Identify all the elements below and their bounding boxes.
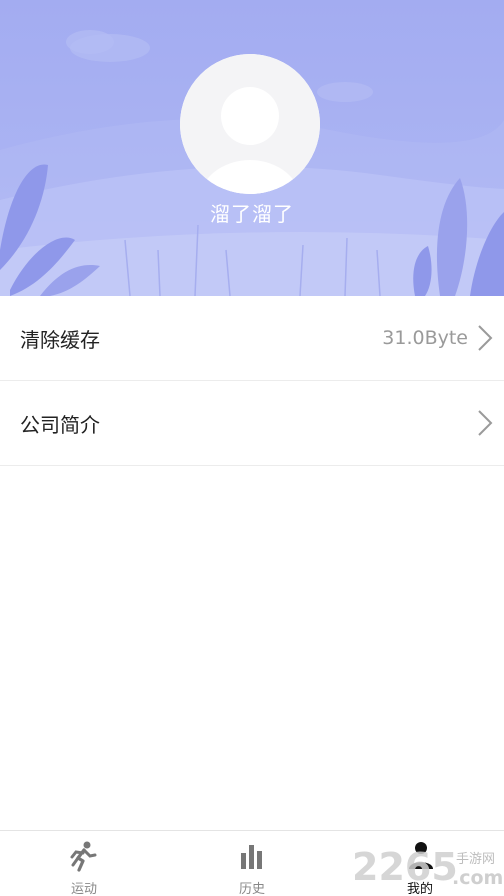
svg-text:手游网: 手游网 bbox=[456, 852, 495, 867]
profile-header: 溜了溜了 bbox=[0, 0, 504, 296]
settings-menu: 清除缓存 31.0Byte 公司简介 bbox=[0, 296, 504, 466]
company-intro-label: 公司简介 bbox=[20, 412, 100, 437]
bar-chart-icon bbox=[241, 845, 262, 869]
cache-size-value: 31.0Byte bbox=[382, 327, 468, 349]
clear-cache-label: 清除缓存 bbox=[20, 327, 100, 352]
site-watermark-logo: 2265 手游网 .com bbox=[352, 845, 503, 889]
svg-text:2265: 2265 bbox=[352, 845, 458, 889]
avatar[interactable] bbox=[180, 54, 320, 194]
clear-cache-row[interactable]: 清除缓存 31.0Byte bbox=[0, 296, 504, 381]
tab-sport[interactable]: 运动 bbox=[0, 831, 168, 896]
default-avatar-icon bbox=[180, 54, 320, 194]
tab-sport-label: 运动 bbox=[70, 882, 97, 896]
tab-history-label: 历史 bbox=[238, 882, 265, 896]
chevron-right-icon bbox=[478, 410, 493, 436]
tab-history[interactable]: 历史 bbox=[168, 831, 336, 896]
running-icon bbox=[70, 841, 97, 872]
chevron-right-icon bbox=[478, 325, 493, 351]
username: 溜了溜了 bbox=[210, 202, 294, 226]
company-intro-row[interactable]: 公司简介 bbox=[0, 381, 504, 466]
svg-text:.com: .com bbox=[452, 867, 503, 889]
